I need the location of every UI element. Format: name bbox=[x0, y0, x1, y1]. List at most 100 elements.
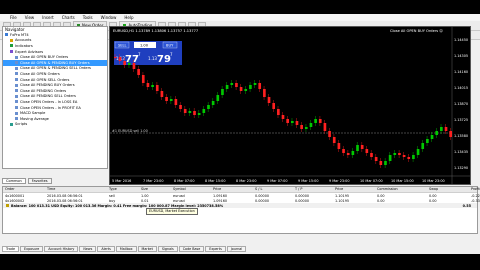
menu-tools[interactable]: Tools bbox=[83, 15, 93, 20]
candlestick-chart[interactable]: EURUSD,H1 1.13789 1.13806 1.13757 1.1377… bbox=[110, 27, 470, 184]
price-tick-label: 1.13290 bbox=[454, 166, 468, 170]
candle-body bbox=[412, 155, 415, 159]
candle-body bbox=[249, 85, 252, 89]
terminal-tab[interactable]: Mailbox bbox=[115, 246, 137, 252]
time-tick-label: 9 Mar 23:00 bbox=[329, 179, 349, 183]
time-tick-label: 10 Mar 15:00 bbox=[391, 179, 414, 183]
candle-body bbox=[151, 85, 154, 87]
terminal-tab[interactable]: News bbox=[79, 246, 97, 252]
ea-icon bbox=[15, 111, 18, 115]
candle-body bbox=[430, 135, 434, 139]
time-tick-label: 8 Mar 15:00 bbox=[205, 179, 225, 183]
table-cell: 1.10195 bbox=[335, 198, 350, 203]
candle-body bbox=[374, 157, 378, 161]
candle-body bbox=[398, 153, 401, 155]
ea-icon bbox=[15, 83, 18, 87]
column-header[interactable]: Commission bbox=[375, 187, 427, 192]
price-tick-label: 1.14160 bbox=[454, 70, 468, 74]
candle-body bbox=[277, 109, 280, 115]
candle-body bbox=[300, 125, 303, 129]
terminal-tab[interactable]: Signals bbox=[157, 246, 178, 252]
column-header[interactable]: Time bbox=[45, 187, 107, 192]
column-header[interactable]: Profit bbox=[469, 187, 480, 192]
candle-body bbox=[290, 121, 294, 123]
terminal-tab[interactable]: Exposure bbox=[20, 246, 44, 252]
terminal-tab[interactable]: Market bbox=[137, 246, 157, 252]
table-cell: buy bbox=[109, 198, 116, 203]
terminal-panel: Order Time Type Size Symbol Price S / LT / P Pr… bbox=[2, 186, 480, 234]
ea-icon bbox=[15, 89, 18, 93]
menu-help[interactable]: Help bbox=[124, 15, 133, 20]
table-cell: -0.33 bbox=[471, 198, 480, 203]
column-header[interactable]: Price bbox=[211, 187, 253, 192]
column-header[interactable]: Size bbox=[139, 187, 171, 192]
candle-body bbox=[114, 57, 117, 58]
price-axis: 1.14450 1.14305 1.14160 1.14015 1.13870 1.137… bbox=[454, 38, 468, 170]
column-header[interactable]: Price bbox=[333, 187, 375, 192]
ea-icon bbox=[15, 117, 18, 121]
menu-view[interactable]: View bbox=[25, 15, 35, 20]
price-tick-label: 1.14305 bbox=[454, 54, 468, 58]
table-row[interactable]: 4x1600001 2016.03.08 06:56:01 sell 1.00 euru… bbox=[3, 193, 480, 198]
terminal-tab[interactable]: Account History bbox=[44, 246, 79, 252]
candle-body bbox=[132, 63, 136, 69]
chart-ea-label: Close All OPEN BUY Orders ☺ bbox=[390, 29, 443, 33]
candle-body bbox=[393, 153, 397, 155]
table-row[interactable]: 4x1600002 2016.03.08 06:56:01 buy 0.01 eurus… bbox=[3, 198, 480, 203]
candle-body bbox=[155, 85, 159, 91]
candle-body bbox=[286, 119, 289, 123]
column-header[interactable]: Swap bbox=[427, 187, 469, 192]
menu-bar: File View Insert Charts Tools Window Hel… bbox=[0, 14, 480, 21]
candle-body bbox=[179, 105, 182, 109]
terminal-tab[interactable]: Alerts bbox=[97, 246, 115, 252]
tab-common[interactable]: Common bbox=[2, 178, 26, 184]
terminal-tab[interactable]: Journal bbox=[226, 246, 247, 252]
candle-body bbox=[449, 131, 452, 137]
column-header[interactable]: Order bbox=[3, 187, 45, 192]
navigator-item-label: Accounts bbox=[15, 38, 32, 43]
tab-favorites[interactable]: Favorites bbox=[27, 178, 52, 184]
menu-file[interactable]: File bbox=[10, 15, 17, 20]
candle-body bbox=[281, 115, 285, 119]
table-cell: 0.00000 bbox=[255, 193, 270, 198]
menu-insert[interactable]: Insert bbox=[42, 15, 53, 20]
terminal-tab[interactable]: Trade bbox=[2, 246, 20, 252]
candle-body bbox=[342, 149, 345, 153]
terminal-tab[interactable]: Experts bbox=[205, 246, 226, 252]
price-tick-label: 1.13870 bbox=[454, 102, 468, 106]
balance-icon bbox=[6, 204, 9, 207]
candle-body bbox=[435, 131, 439, 135]
navigator-item-label: Close All OPEN BUY Orders bbox=[20, 55, 69, 60]
terminal-tab[interactable]: Code Base bbox=[178, 246, 205, 252]
candle-body bbox=[351, 151, 355, 155]
candle-body bbox=[137, 69, 140, 75]
candle-body bbox=[235, 83, 238, 87]
navigator-item-label: MACD Sample bbox=[20, 111, 46, 116]
column-header[interactable]: T / P bbox=[293, 187, 333, 192]
navigator-item-label: Close All PENDING Orders bbox=[20, 88, 67, 93]
menu-window[interactable]: Window bbox=[101, 15, 117, 20]
order-level-label: #1 EURUSD sell 1.00 bbox=[112, 129, 148, 133]
candle-body bbox=[216, 95, 220, 101]
menu-charts[interactable]: Charts bbox=[62, 15, 75, 20]
candle-body bbox=[407, 157, 411, 159]
navigator-item[interactable]: Scripts bbox=[3, 122, 107, 128]
navigator-item-label: Close All PENDING SELL Orders bbox=[20, 94, 76, 99]
chart-window[interactable]: EURUSD,H1 1.13789 1.13806 1.13757 1.1377… bbox=[109, 26, 471, 185]
candle-body bbox=[127, 63, 131, 65]
candle-body bbox=[193, 111, 196, 115]
ea-icon bbox=[15, 106, 18, 110]
candle-body bbox=[188, 111, 192, 113]
table-cell: 2016.03.08 06:56:01 bbox=[47, 193, 83, 198]
table-cell: 0.00 bbox=[429, 198, 437, 203]
candle-body bbox=[314, 119, 317, 123]
candle-body bbox=[323, 123, 327, 131]
price-tick-label: 1.13725 bbox=[454, 118, 468, 122]
table-cell: 1.09160 bbox=[213, 198, 228, 203]
column-header[interactable]: Symbol bbox=[171, 187, 211, 192]
balance-row: Balance: 100 013.31 USD Equity: 100 013.… bbox=[3, 203, 477, 208]
column-header[interactable]: S / L bbox=[253, 187, 293, 192]
table-cell: 0.00000 bbox=[295, 193, 310, 198]
column-header[interactable]: Type bbox=[107, 187, 139, 192]
buy-label: BUY bbox=[166, 44, 174, 48]
